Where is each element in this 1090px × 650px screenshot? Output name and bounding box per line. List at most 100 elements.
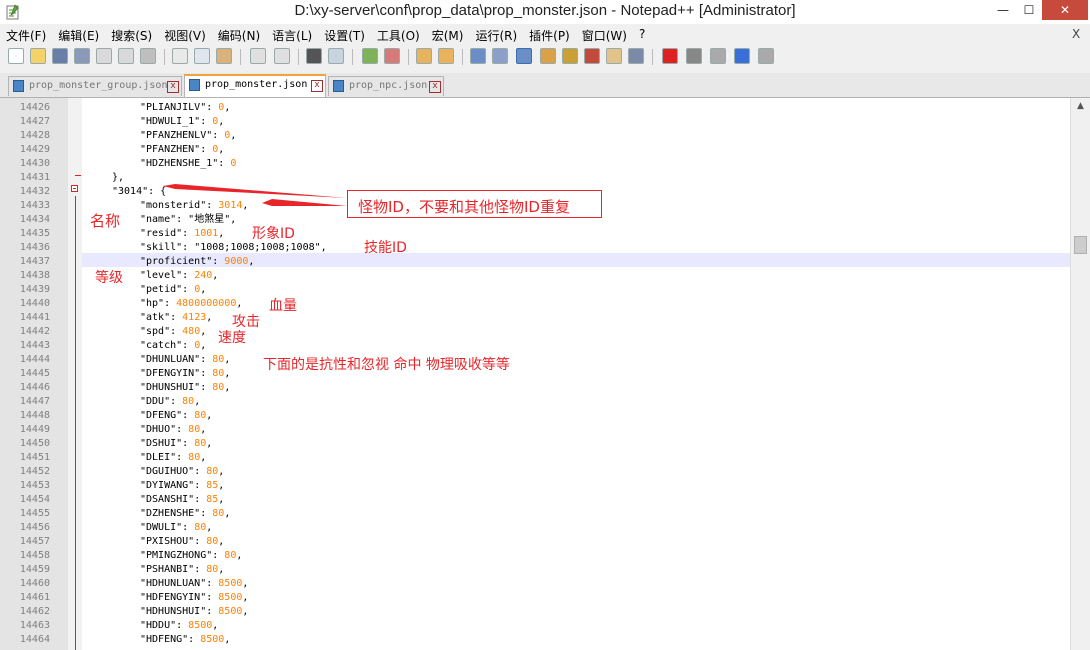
json-key: "PFANZHEN" xyxy=(140,144,201,155)
menu-item[interactable]: 宏(M) xyxy=(432,27,464,44)
zoom-out-icon[interactable] xyxy=(384,48,400,64)
tab-prop-npc[interactable]: prop_npc.json x xyxy=(328,76,444,96)
menu-item[interactable]: 设置(T) xyxy=(324,27,365,44)
show-all-characters-icon[interactable] xyxy=(492,48,508,64)
run-macro-multiple-icon[interactable] xyxy=(734,48,750,64)
menu-item[interactable]: 文件(F) xyxy=(6,27,46,44)
menu-item[interactable]: 运行(R) xyxy=(475,27,517,44)
line-number: 14459 xyxy=(19,564,50,575)
tab-prop-monster-group[interactable]: prop_monster_group.json x xyxy=(8,76,182,96)
close-tab-icon[interactable]: x xyxy=(429,81,441,93)
json-key: "DZHENSHE" xyxy=(140,508,201,519)
new-file-icon[interactable] xyxy=(8,48,24,64)
json-colon: : xyxy=(200,368,213,379)
json-colon: : xyxy=(194,564,207,575)
json-number: 8500 xyxy=(218,592,243,603)
scrollbar-thumb[interactable] xyxy=(1074,236,1087,254)
stop-macro-icon[interactable] xyxy=(686,48,702,64)
code-line: "3014": { xyxy=(112,185,166,199)
sync-horizontal-icon[interactable] xyxy=(438,48,454,64)
json-key: "DFENG" xyxy=(140,410,183,421)
menu-item[interactable]: ? xyxy=(639,27,645,44)
tab-prop-monster[interactable]: prop_monster.json x xyxy=(184,74,326,97)
save-macro-icon[interactable] xyxy=(758,48,774,64)
code-line: "DSHUI": 80, xyxy=(140,437,212,451)
print-icon[interactable] xyxy=(140,48,156,64)
doc-map-icon[interactable] xyxy=(562,48,578,64)
file-icon xyxy=(189,79,200,91)
json-comma: , xyxy=(206,410,213,421)
line-number: 14445 xyxy=(19,368,50,379)
menu-item[interactable]: 窗口(W) xyxy=(582,27,627,44)
json-number: 8500 xyxy=(218,578,243,589)
spd-note: 速度 xyxy=(218,330,246,346)
monitoring-icon[interactable] xyxy=(628,48,644,64)
vertical-scrollbar[interactable]: ▲ xyxy=(1070,98,1090,650)
file-icon xyxy=(333,80,344,92)
code-line: "resid": 1001, xyxy=(140,227,224,241)
undo-icon[interactable] xyxy=(250,48,266,64)
menu-item[interactable]: 编辑(E) xyxy=(58,27,99,44)
json-comma: , xyxy=(248,256,255,267)
json-key: "atk" xyxy=(140,312,171,323)
json-comma: , xyxy=(224,368,231,379)
play-macro-icon[interactable] xyxy=(710,48,726,64)
close-all-icon[interactable] xyxy=(118,48,134,64)
sync-vertical-icon[interactable] xyxy=(416,48,432,64)
close-button[interactable]: ✕ xyxy=(1042,0,1088,20)
monster-id-note: 怪物ID，不要和其他怪物ID重复 xyxy=(358,198,570,216)
paste-icon[interactable] xyxy=(216,48,232,64)
json-comma: , xyxy=(230,214,237,225)
code-line: "DZHENSHE": 80, xyxy=(140,507,230,521)
menu-list: 文件(F) 编辑(E) 搜索(S) 视图(V) 编码(N) 语言(L) 设置(T) 工具(O)… xyxy=(6,27,657,44)
code-editor[interactable]: 14426 "PLIANJILV": 0, 14427 "HDWULI_1": 0, 1… xyxy=(0,98,1070,650)
json-number: 80 xyxy=(188,452,201,463)
menu-item[interactable]: 编码(N) xyxy=(218,27,260,44)
json-colon: : xyxy=(212,130,225,141)
indent-guide-icon[interactable] xyxy=(516,48,532,64)
json-key: "PXISHOU" xyxy=(140,536,195,547)
code-line: "PXISHOU": 80, xyxy=(140,535,224,549)
window-title: D:\xy-server\conf\prop_data\prop_monster… xyxy=(294,2,796,19)
menu-item[interactable]: 插件(P) xyxy=(529,27,570,44)
code-line: "HDDU": 8500, xyxy=(140,619,218,633)
json-key: "HDWULI_1" xyxy=(140,116,201,127)
close-tab-icon[interactable]: x xyxy=(311,80,323,92)
json-comma: , xyxy=(200,326,207,337)
menu-item[interactable]: 语言(L) xyxy=(272,27,312,44)
language-icon[interactable] xyxy=(540,48,556,64)
cut-icon[interactable] xyxy=(172,48,188,64)
maximize-button[interactable]: ☐ xyxy=(1016,0,1042,20)
open-file-icon[interactable] xyxy=(30,48,46,64)
json-comma: , xyxy=(200,452,207,463)
replace-icon[interactable] xyxy=(328,48,344,64)
scroll-up-icon[interactable]: ▲ xyxy=(1071,98,1090,115)
line-number: 14444 xyxy=(19,354,50,365)
json-comma: , xyxy=(224,102,231,113)
json-number: 8500 xyxy=(218,606,243,617)
close-file-icon[interactable] xyxy=(96,48,112,64)
json-key: "HDFENG" xyxy=(140,634,189,645)
fold-collapse-icon[interactable] xyxy=(71,185,78,192)
close-tab-icon[interactable]: x xyxy=(167,81,179,93)
function-list-icon[interactable] xyxy=(584,48,600,64)
json-comma: , xyxy=(224,634,231,645)
copy-icon[interactable] xyxy=(194,48,210,64)
redo-icon[interactable] xyxy=(274,48,290,64)
json-number: 80 xyxy=(212,368,225,379)
find-icon[interactable] xyxy=(306,48,322,64)
menu-item[interactable]: 搜索(S) xyxy=(111,27,152,44)
word-wrap-icon[interactable] xyxy=(470,48,486,64)
folder-as-workspace-icon[interactable] xyxy=(606,48,622,64)
save-all-icon[interactable] xyxy=(74,48,90,64)
toolbar xyxy=(0,45,1090,71)
minimize-button[interactable]: — xyxy=(990,0,1016,20)
menu-item[interactable]: 工具(O) xyxy=(377,27,420,44)
toolbar-separator xyxy=(462,49,463,65)
zoom-in-icon[interactable] xyxy=(362,48,378,64)
save-icon[interactable] xyxy=(52,48,68,64)
menu-item[interactable]: 视图(V) xyxy=(164,27,206,44)
record-macro-icon[interactable] xyxy=(662,48,678,64)
line-number: 14441 xyxy=(19,312,50,323)
close-document-button[interactable]: X xyxy=(1072,27,1080,41)
